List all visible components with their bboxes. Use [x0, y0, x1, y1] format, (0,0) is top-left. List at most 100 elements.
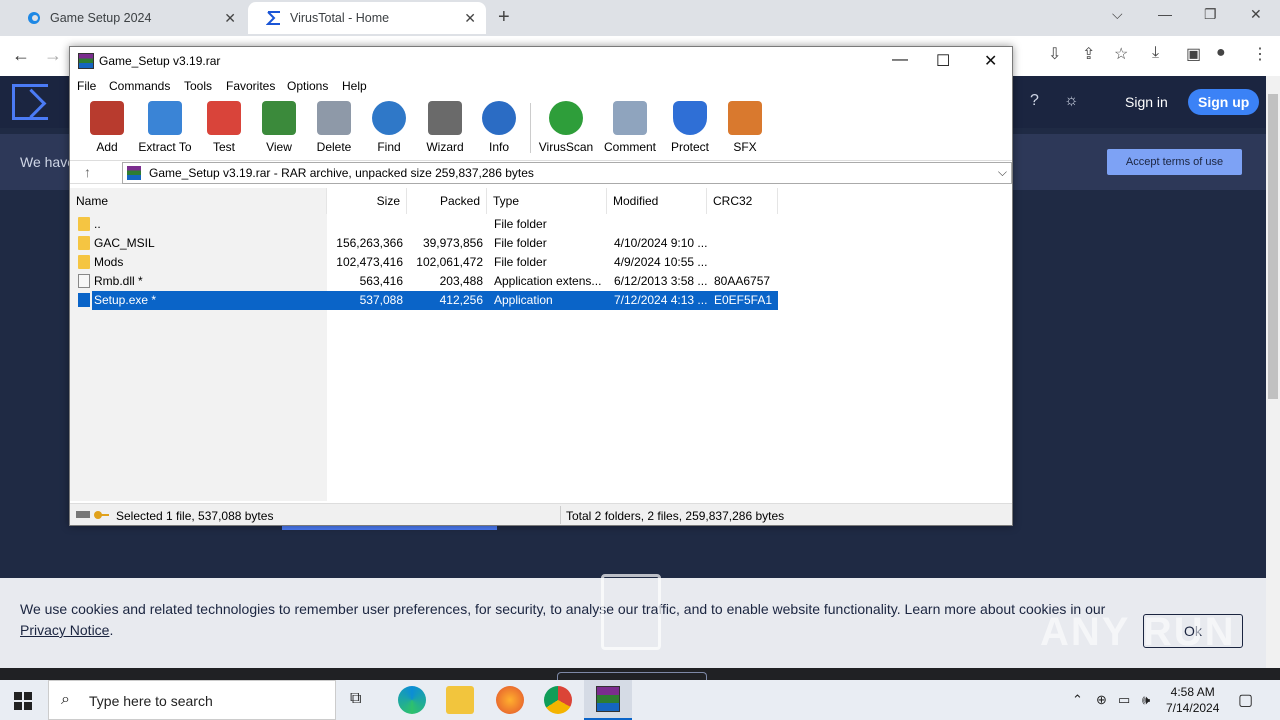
page-scrollbar[interactable] [1266, 76, 1280, 668]
column-header-size[interactable]: Size [327, 188, 407, 214]
help-icon[interactable]: ? [1030, 92, 1039, 110]
sfx-button[interactable]: SFX [715, 101, 775, 154]
info-button[interactable]: Info [469, 101, 529, 154]
new-tab-icon[interactable]: + [498, 6, 510, 29]
network-icon[interactable]: ▭ [1118, 692, 1130, 708]
up-arrow-icon[interactable]: ↑ [84, 164, 91, 180]
progress-bar [282, 526, 497, 530]
view-button[interactable]: View [249, 101, 309, 154]
status-divider [560, 506, 561, 524]
volume-icon[interactable]: 🕪 [1142, 692, 1150, 708]
taskbar-search-box[interactable]: ⌕ Type here to search [48, 680, 336, 720]
restore-icon[interactable]: ❐ [1204, 6, 1217, 23]
downloads-icon[interactable]: ⤓ [1152, 44, 1159, 62]
share-icon[interactable]: ⇪ [1082, 44, 1095, 64]
bookmark-star-icon[interactable]: ☆ [1114, 44, 1128, 64]
notifications-icon[interactable]: ▢ [1238, 690, 1253, 710]
tab-virustotal[interactable]: VirusTotal - Home ✕ [248, 2, 486, 34]
column-header-name[interactable]: Name [70, 188, 327, 214]
window-title: Game_Setup v3.19.rar [99, 54, 221, 68]
add-button[interactable]: Add [77, 101, 137, 154]
tab-close-icon[interactable]: ✕ [224, 10, 236, 27]
column-header-packed[interactable]: Packed [407, 188, 487, 214]
cell-name: GAC_MSIL [94, 236, 155, 250]
table-row[interactable]: Mods 102,473,416 102,061,472 File folder… [70, 253, 778, 272]
sign-up-button[interactable]: Sign up [1188, 89, 1260, 115]
comment-button[interactable]: Comment [600, 101, 660, 154]
table-row[interactable]: Rmb.dll * 563,416 203,488 Application ex… [70, 272, 778, 291]
menu-help[interactable]: Help [342, 79, 367, 93]
column-header-modified[interactable]: Modified [607, 188, 707, 214]
winrar-taskbar-button[interactable] [584, 680, 632, 720]
side-panel-icon[interactable]: ▣ [1186, 44, 1201, 64]
status-selected: Selected 1 file, 537,088 bytes [116, 509, 274, 523]
virusscan-bug-icon [549, 101, 583, 135]
menu-options[interactable]: Options [287, 79, 328, 93]
minimize-icon[interactable]: — [1158, 6, 1172, 22]
delete-button[interactable]: Delete [304, 101, 364, 154]
tab-close-icon[interactable]: ✕ [464, 10, 476, 27]
tray-chevron-icon[interactable]: ⌃ [1072, 692, 1083, 708]
accept-terms-button[interactable]: Accept terms of use [1107, 149, 1242, 175]
extract-to-button[interactable]: Extract To [135, 101, 195, 154]
archive-path-field[interactable]: Game_Setup v3.19.rar - RAR archive, unpa… [122, 162, 1012, 184]
cell-type: Application extens... [494, 274, 602, 288]
menu-commands[interactable]: Commands [109, 79, 170, 93]
toolbar-label: Add [96, 140, 118, 154]
wizard-button[interactable]: Wizard [415, 101, 475, 154]
menu-kebab-icon[interactable]: ⋮ [1252, 44, 1268, 64]
privacy-notice-link[interactable]: Privacy Notice [20, 622, 109, 638]
menu-favorites[interactable]: Favorites [226, 79, 275, 93]
sign-in-link[interactable]: Sign in [1125, 94, 1168, 110]
close-window-icon[interactable]: ✕ [1250, 6, 1262, 23]
cell-name: Setup.exe * [94, 293, 157, 307]
table-row[interactable]: .. File folder [70, 215, 778, 234]
find-button[interactable]: Find [359, 101, 419, 154]
tab-game-setup[interactable]: Game Setup 2024 ✕ [8, 2, 246, 34]
forward-icon[interactable]: → [44, 45, 62, 66]
tab-search-chevron-icon[interactable]: ⌵ [1112, 6, 1123, 23]
start-button-icon[interactable] [14, 692, 32, 710]
firefox-icon[interactable] [496, 686, 524, 714]
minimize-icon[interactable]: — [892, 51, 908, 69]
back-icon[interactable]: ← [12, 45, 30, 66]
toolbar-label: Find [377, 140, 401, 154]
winrar-window: Game_Setup v3.19.rar — ☐ ✕ File Commands… [69, 46, 1013, 526]
maximize-icon[interactable]: ☐ [936, 51, 950, 71]
install-app-icon[interactable]: ⇩ [1048, 44, 1061, 64]
protect-button[interactable]: Protect [660, 101, 720, 154]
taskbar-clock[interactable]: 4:58 AM 7/14/2024 [1166, 684, 1219, 716]
delete-trash-icon [317, 101, 351, 135]
close-icon[interactable]: ✕ [984, 51, 997, 71]
scrollbar-thumb[interactable] [1268, 94, 1278, 399]
theme-toggle-icon[interactable]: ☼ [1064, 92, 1079, 110]
task-view-icon[interactable]: ⧉ [350, 690, 361, 708]
exe-file-icon [78, 293, 90, 307]
cell-packed: 203,488 [439, 274, 483, 288]
virustotal-logo-icon[interactable] [12, 84, 48, 120]
menu-bar: File Commands Tools Favorites Options He… [70, 75, 1012, 97]
chevron-down-icon[interactable]: ⌵ [998, 165, 1007, 180]
table-row-selected[interactable]: Setup.exe * 537,088 412,256 Application … [92, 291, 778, 310]
toolbar-label: Test [212, 140, 235, 154]
tab-title: Game Setup 2024 [50, 11, 152, 25]
profile-avatar-icon[interactable]: ● [1216, 44, 1226, 62]
table-row[interactable]: GAC_MSIL 156,263,366 39,973,856 File fol… [70, 234, 778, 253]
file-list: Name Size Packed Type Modified CRC32 .. … [70, 188, 1012, 501]
test-button[interactable]: Test [194, 101, 254, 154]
chrome-icon[interactable] [544, 686, 572, 714]
virusscan-button[interactable]: VirusScan [536, 101, 596, 154]
cell-type: Application [494, 293, 553, 307]
find-magnifier-icon [372, 101, 406, 135]
tab-title: VirusTotal - Home [290, 11, 390, 25]
tray-app-icon[interactable]: ⊕ [1096, 692, 1107, 708]
folder-icon [78, 255, 90, 269]
file-explorer-icon[interactable] [446, 686, 474, 714]
toolbar-label: Comment [603, 140, 656, 154]
edge-taskbar-icon[interactable] [398, 686, 426, 714]
column-header-type[interactable]: Type [487, 188, 607, 214]
menu-tools[interactable]: Tools [184, 79, 212, 93]
cell-type: File folder [494, 217, 547, 231]
column-header-crc32[interactable]: CRC32 [707, 188, 778, 214]
menu-file[interactable]: File [77, 79, 96, 93]
